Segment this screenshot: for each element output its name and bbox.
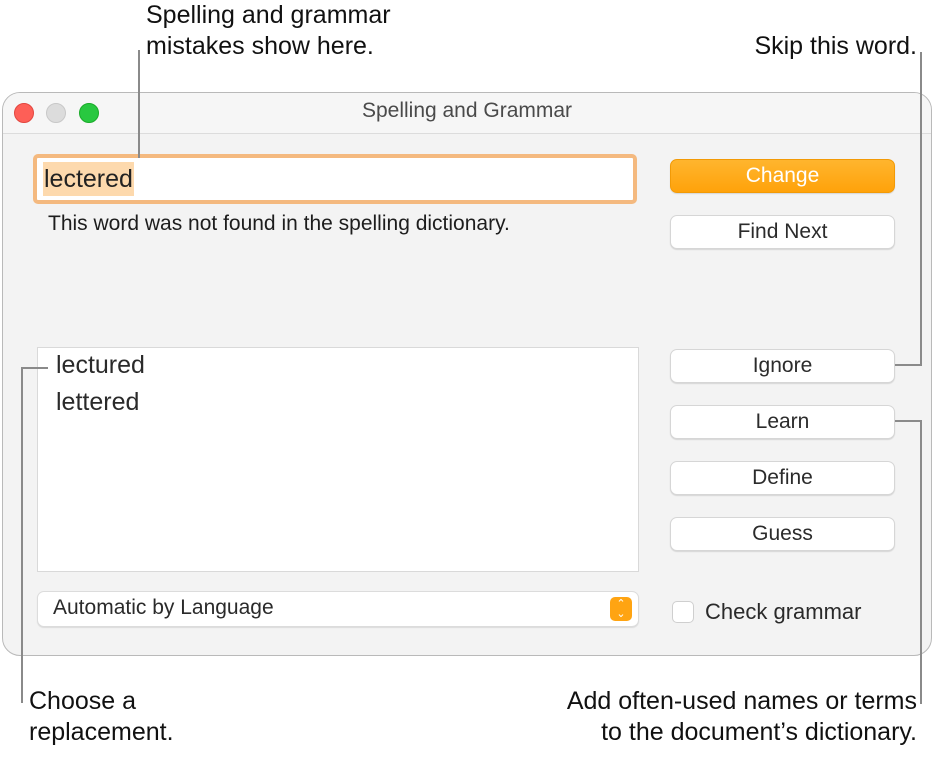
- check-grammar-label[interactable]: Check grammar: [705, 599, 861, 625]
- misspelled-word-text[interactable]: lectered: [43, 162, 134, 196]
- callout-line-learn: [920, 420, 922, 704]
- callout-skip: Skip this word.: [754, 32, 917, 60]
- status-message: This word was not found in the spelling …: [48, 212, 510, 235]
- callout-line-mistakes: [138, 50, 140, 158]
- find-next-button[interactable]: Find Next: [670, 215, 895, 249]
- callout-mistakes-line1: Spelling and grammar: [146, 1, 391, 29]
- define-button[interactable]: Define: [670, 461, 895, 495]
- ignore-button[interactable]: Ignore: [670, 349, 895, 383]
- callout-mistakes: Spelling and grammar mistakes show here.: [146, 0, 391, 62]
- title-bar[interactable]: Spelling and Grammar: [3, 93, 931, 134]
- suggestions-list[interactable]: lectured lettered: [37, 347, 639, 572]
- learn-button[interactable]: Learn: [670, 405, 895, 439]
- language-select[interactable]: Automatic by Language ⌃ ⌄: [37, 591, 639, 627]
- callout-choose-line1: Choose a: [29, 687, 137, 715]
- callout-choose-line2: replacement.: [29, 718, 174, 746]
- callout-add-line1: Add often-used names or terms: [566, 687, 917, 715]
- callout-choose: Choose a replacement.: [29, 686, 174, 748]
- chevron-up-down-icon: ⌃ ⌄: [610, 597, 632, 621]
- callout-add-line2: to the document’s dictionary.: [601, 718, 917, 746]
- suggestion-item[interactable]: lettered: [56, 388, 139, 417]
- callout-line-choose-h: [21, 367, 48, 369]
- suggestion-item[interactable]: lectured: [56, 351, 145, 380]
- change-button[interactable]: Change: [670, 159, 895, 193]
- guess-button[interactable]: Guess: [670, 517, 895, 551]
- callout-add: Add often-used names or terms to the doc…: [567, 686, 917, 748]
- callout-line-learn-h: [895, 420, 922, 422]
- callout-line-skip: [920, 52, 922, 366]
- check-grammar-checkbox[interactable]: [672, 601, 694, 623]
- callout-line-skip-h: [895, 364, 922, 366]
- callout-line-choose: [21, 367, 23, 703]
- window-title: Spelling and Grammar: [361, 99, 573, 122]
- callout-mistakes-line2: mistakes show here.: [146, 32, 374, 60]
- spelling-grammar-window: Spelling and Grammar lectered This word …: [2, 92, 932, 656]
- misspelled-word-field[interactable]: lectered: [33, 154, 637, 204]
- language-select-value: Automatic by Language: [53, 596, 274, 619]
